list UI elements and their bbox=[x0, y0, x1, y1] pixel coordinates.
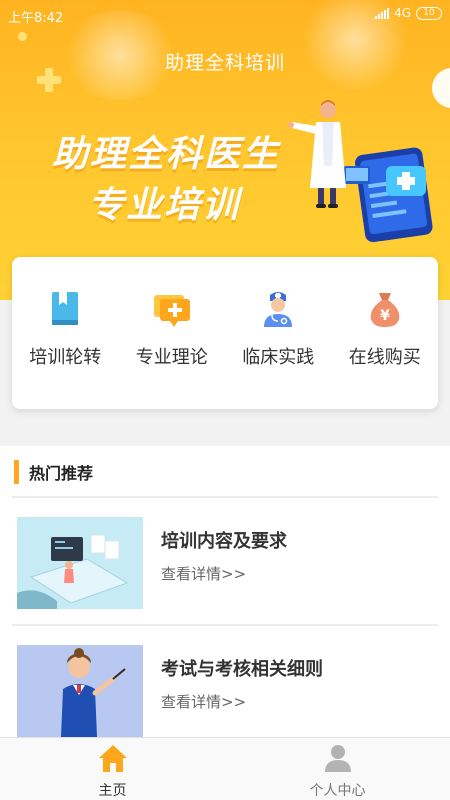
banner-slogan-line1: 助理全科医生 bbox=[52, 134, 281, 175]
menu-label: 专业理论 bbox=[135, 347, 208, 368]
nav-label: 个人中心 bbox=[309, 783, 366, 799]
view-details-link[interactable]: 查看详情>> bbox=[161, 563, 246, 584]
menu-label: 培训轮转 bbox=[29, 347, 102, 368]
status-bar: 上午8:42 4G 10 bbox=[0, 0, 450, 30]
status-indicators: 4G 10 bbox=[375, 6, 442, 20]
menu-item-clinical-practice[interactable]: 临床实践 bbox=[225, 257, 332, 409]
person-icon bbox=[324, 745, 351, 772]
view-details-link[interactable]: 查看详情>> bbox=[161, 691, 246, 712]
chat-plus-icon bbox=[153, 295, 190, 327]
doctor-illustration bbox=[288, 100, 433, 243]
header-banner: 上午8:42 4G 10 助理全科培训 助理全科医生 专业培训 bbox=[0, 0, 450, 300]
menu-label: 在线购买 bbox=[348, 347, 421, 368]
svg-text:¥: ¥ bbox=[380, 308, 390, 324]
article-title: 培训内容及要求 bbox=[161, 531, 287, 552]
home-icon bbox=[98, 745, 127, 772]
nav-label: 主页 bbox=[98, 783, 127, 799]
nav-tab-home[interactable]: 主页 bbox=[0, 738, 225, 800]
book-icon bbox=[52, 292, 79, 325]
article-title: 考试与考核相关细则 bbox=[161, 659, 323, 680]
menu-item-training-rotation[interactable]: 培训轮转 bbox=[12, 257, 119, 409]
battery-icon: 10 bbox=[416, 6, 442, 20]
section-header: 热门推荐 bbox=[14, 458, 93, 486]
article-item[interactable]: 培训内容及要求 查看详情>> bbox=[17, 517, 437, 609]
section-title: 热门推荐 bbox=[29, 464, 94, 483]
dot-decoration bbox=[18, 32, 27, 41]
section-accent-bar bbox=[14, 460, 19, 484]
banner-slogan-line2: 专业培训 bbox=[88, 185, 241, 226]
divider bbox=[12, 496, 438, 498]
page-title: 助理全科培训 bbox=[164, 52, 285, 74]
menu-item-online-purchase[interactable]: ¥ 在线购买 bbox=[332, 257, 439, 409]
nav-tab-profile[interactable]: 个人中心 bbox=[225, 738, 450, 800]
article-thumbnail bbox=[17, 517, 143, 609]
bottom-navigation: 主页 个人中心 bbox=[0, 737, 450, 800]
article-thumbnail bbox=[17, 645, 143, 737]
menu-label: 临床实践 bbox=[242, 347, 315, 368]
divider bbox=[12, 624, 438, 626]
menu-item-theory[interactable]: 专业理论 bbox=[119, 257, 226, 409]
network-type: 4G bbox=[394, 6, 411, 20]
doctor-icon bbox=[264, 292, 293, 327]
category-menu: 培训轮转 专业理论 临床实践 ¥ 在线购买 bbox=[12, 257, 438, 409]
status-time: 上午8:42 bbox=[8, 11, 64, 26]
article-item[interactable]: 考试与考核相关细则 查看详情>> bbox=[17, 645, 437, 737]
money-bag-icon: ¥ bbox=[370, 293, 400, 327]
signal-icon bbox=[375, 7, 390, 19]
